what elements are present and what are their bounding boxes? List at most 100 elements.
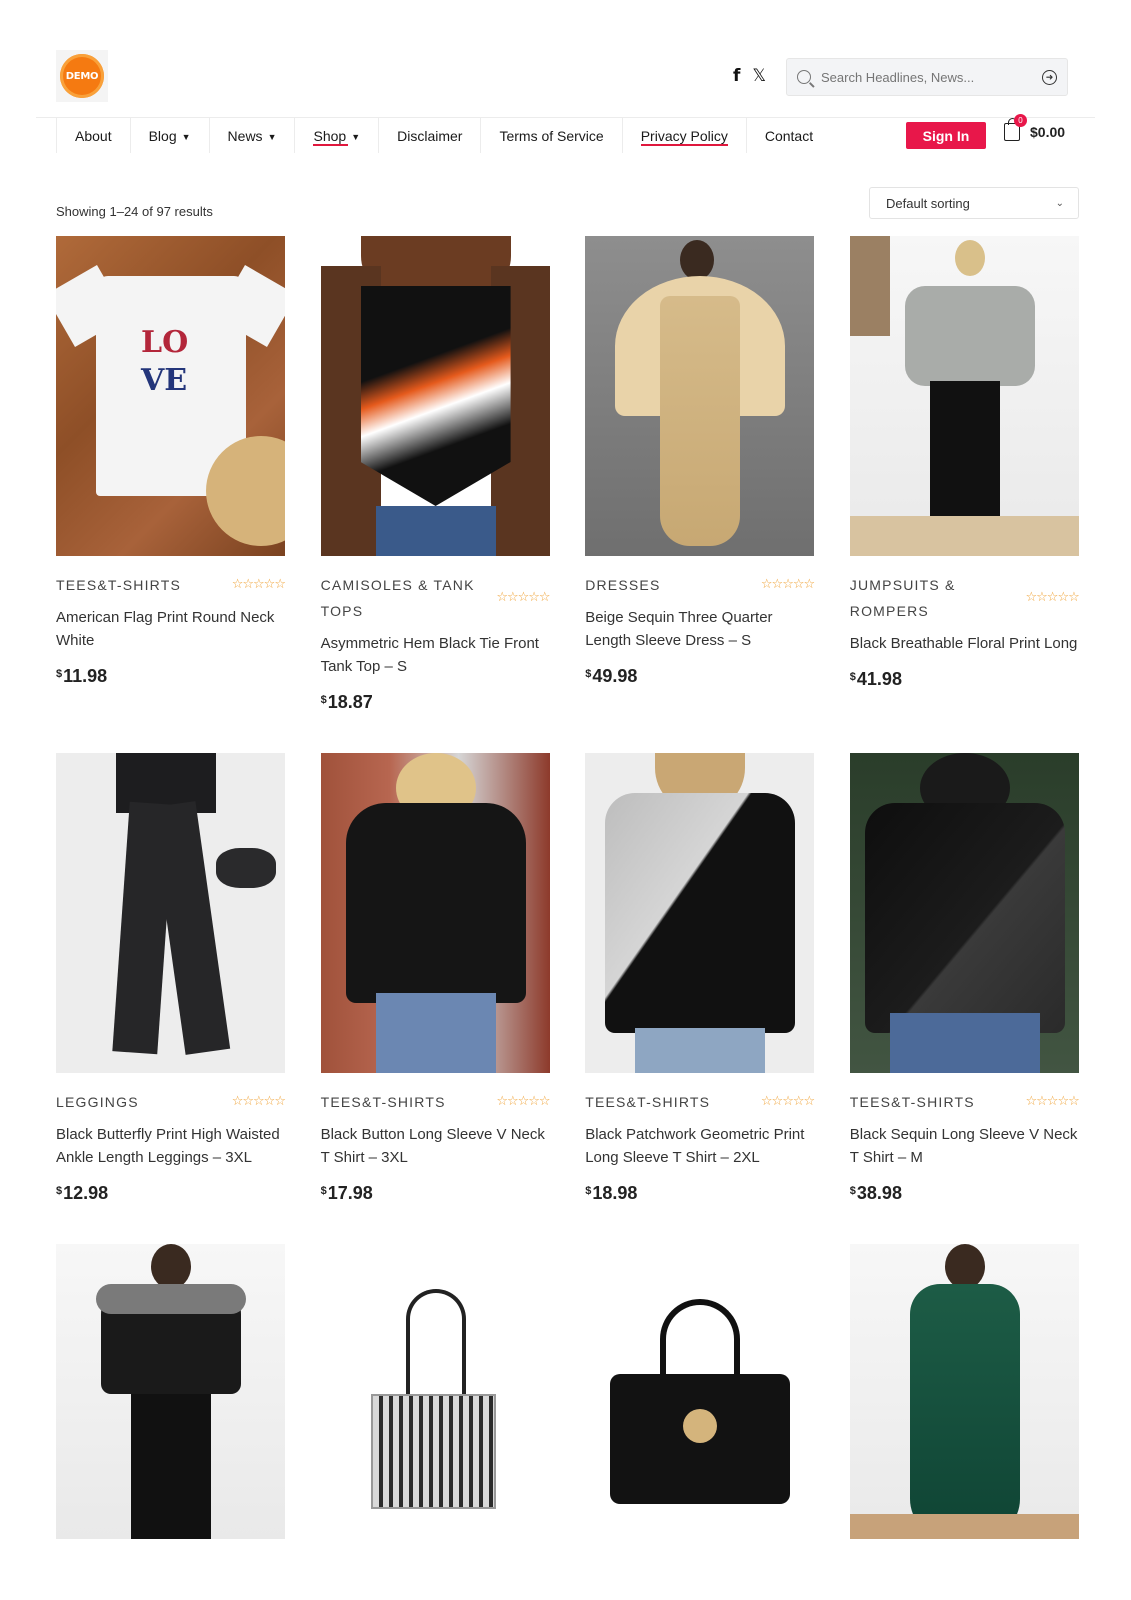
product-title[interactable]: Black Breathable Floral Print Long [850, 632, 1079, 655]
nav-item-contact[interactable]: Contact [745, 118, 831, 153]
product-image[interactable] [320, 1244, 550, 1539]
currency-symbol: $ [849, 1185, 856, 1197]
search-bar: ➜ [786, 58, 1068, 96]
product-card[interactable] [849, 1244, 1079, 1539]
product-category[interactable]: TEES&T-SHIRTS [321, 1089, 446, 1115]
search-input[interactable] [821, 69, 1042, 85]
nav-item-label: Disclaimer [397, 127, 463, 144]
price-value: 17.98 [327, 1183, 373, 1203]
product-category[interactable]: DRESSES [585, 572, 660, 598]
product-card[interactable] [320, 1244, 550, 1539]
nav-item-label: Privacy Policy [640, 127, 728, 144]
currency-symbol: $ [320, 694, 327, 706]
nav-item-label: Blog [148, 127, 177, 144]
product-image[interactable]: LO VE [56, 236, 285, 556]
nav-item-terms[interactable]: Terms of Service [480, 118, 621, 153]
product-image[interactable] [585, 1244, 815, 1539]
price-value: 18.98 [592, 1183, 638, 1203]
product-category[interactable]: JUMPSUITS & ROMPERS [850, 572, 1020, 624]
product-image[interactable] [585, 753, 815, 1073]
product-image[interactable] [585, 236, 815, 556]
product-price: $11.98 [56, 666, 285, 687]
product-title[interactable]: Black Butterfly Print High Waisted Ankle… [56, 1123, 285, 1169]
product-image[interactable] [320, 753, 550, 1073]
search-icon [797, 70, 811, 84]
product-category[interactable]: TEES&T-SHIRTS [56, 572, 181, 598]
rating-stars: ☆☆☆☆☆ [231, 1094, 286, 1109]
nav-item-news[interactable]: News ▼ [208, 118, 295, 153]
product-card[interactable]: LO VE TEES&T-SHIRTS ☆☆☆☆☆ American Flag … [56, 236, 286, 713]
product-title[interactable]: Black Sequin Long Sleeve V Neck T Shirt … [850, 1123, 1079, 1169]
product-image[interactable] [56, 1244, 285, 1539]
nav-item-label: Contact [764, 127, 814, 144]
row-spacer [850, 713, 1079, 753]
product-title[interactable]: American Flag Print Round Neck White [56, 606, 285, 652]
nav-item-privacy[interactable]: Privacy Policy [621, 118, 746, 153]
row-spacer [321, 1204, 550, 1244]
x-twitter-icon[interactable]: 𝕏 [752, 66, 766, 86]
price-value: 12.98 [63, 1183, 109, 1203]
product-card[interactable]: TEES&T-SHIRTS ☆☆☆☆☆ Black Patchwork Geom… [585, 753, 815, 1204]
currency-symbol: $ [585, 1185, 592, 1197]
row-spacer [585, 1204, 814, 1244]
product-price: $41.98 [850, 669, 1079, 690]
product-category[interactable]: CAMISOLES & TANK TOPS [321, 572, 491, 624]
product-price: $18.98 [585, 1183, 814, 1204]
product-card[interactable] [585, 1244, 815, 1539]
product-title[interactable]: Asymmetric Hem Black Tie Front Tank Top … [321, 632, 550, 678]
rating-stars: ☆☆☆☆☆ [1025, 1094, 1080, 1109]
nav-item-blog[interactable]: Blog ▼ [129, 118, 209, 153]
price-value: 49.98 [592, 666, 638, 686]
nav-item-label: Terms of Service [499, 127, 604, 144]
social-links: f 𝕏 [733, 66, 766, 86]
product-card[interactable]: LEGGINGS ☆☆☆☆☆ Black Butterfly Print Hig… [56, 753, 286, 1204]
product-card[interactable]: TEES&T-SHIRTS ☆☆☆☆☆ Black Sequin Long Sl… [849, 753, 1080, 1204]
nav-item-disclaimer[interactable]: Disclaimer [378, 118, 480, 153]
product-price: $49.98 [585, 666, 814, 687]
product-title[interactable]: Beige Sequin Three Quarter Length Sleeve… [585, 606, 814, 652]
rating-stars: ☆☆☆☆☆ [760, 1094, 815, 1109]
product-image[interactable] [56, 753, 285, 1073]
product-card[interactable]: JUMPSUITS & ROMPERS ☆☆☆☆☆ Black Breathab… [849, 236, 1080, 713]
row-spacer [56, 1204, 285, 1244]
price-value: 41.98 [856, 669, 902, 689]
logo-text: DEMO [65, 70, 99, 82]
row-spacer [850, 1204, 1079, 1244]
product-card[interactable] [56, 1244, 285, 1539]
nav-item-shop[interactable]: Shop ▼ [294, 118, 378, 153]
product-card[interactable]: DRESSES ☆☆☆☆☆ Beige Sequin Three Quarter… [585, 236, 815, 713]
product-category[interactable]: TEES&T-SHIRTS [585, 1089, 710, 1115]
product-image[interactable] [849, 236, 1079, 556]
product-image[interactable] [849, 1244, 1079, 1539]
currency-symbol: $ [585, 668, 592, 680]
rating-stars: ☆☆☆☆☆ [496, 590, 550, 605]
product-title[interactable]: Black Button Long Sleeve V Neck T Shirt … [321, 1123, 550, 1169]
price-value: 38.98 [856, 1183, 902, 1203]
product-image[interactable] [320, 236, 550, 556]
shopping-bag-icon: 0 [1004, 114, 1027, 141]
nav-item-about[interactable]: About [56, 118, 130, 153]
currency-symbol: $ [849, 671, 856, 683]
product-card[interactable]: TEES&T-SHIRTS ☆☆☆☆☆ Black Button Long Sl… [320, 753, 551, 1204]
product-title[interactable]: Black Patchwork Geometric Print Long Sle… [585, 1123, 814, 1169]
site-logo[interactable]: DEMO [56, 50, 108, 102]
sign-in-button[interactable]: Sign In [906, 122, 986, 149]
chevron-down-icon: ▼ [181, 131, 191, 142]
product-price: $18.87 [321, 692, 550, 713]
price-value: 11.98 [63, 666, 108, 686]
chevron-down-icon: ⌄ [1055, 197, 1064, 209]
cart-button[interactable]: 0 $0.00 [1004, 114, 1066, 141]
facebook-icon[interactable]: f [733, 66, 740, 86]
chevron-down-icon: ▼ [351, 131, 361, 142]
product-image[interactable] [849, 753, 1079, 1073]
sort-select[interactable]: Default sorting ⌄ [869, 187, 1079, 219]
product-grid: LO VE TEES&T-SHIRTS ☆☆☆☆☆ American Flag … [56, 236, 1080, 1539]
product-category[interactable]: LEGGINGS [56, 1089, 139, 1115]
product-card[interactable]: CAMISOLES & TANK TOPS ☆☆☆☆☆ Asymmetric H… [320, 236, 551, 713]
rating-stars: ☆☆☆☆☆ [1025, 590, 1080, 605]
cart-total: $0.00 [1030, 124, 1066, 140]
product-price: $17.98 [321, 1183, 550, 1204]
search-submit-icon[interactable]: ➜ [1042, 69, 1057, 85]
rating-stars: ☆☆☆☆☆ [496, 1094, 550, 1109]
product-category[interactable]: TEES&T-SHIRTS [850, 1089, 975, 1115]
